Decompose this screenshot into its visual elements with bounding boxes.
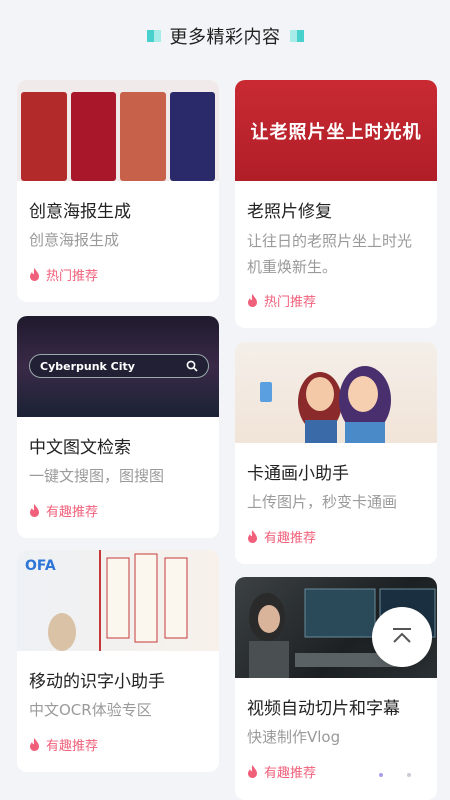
card-tag: 热门推荐 [247,291,316,310]
card-ocr-helper[interactable]: OFA 移动的识字小助手 中文OCR体验专区 有趣推荐 [17,550,219,772]
card-tag-label: 热门推荐 [46,269,99,284]
card-tag-label: 有趣推荐 [46,739,99,754]
photo-restore-banner: 让老照片坐上时光机 [235,80,437,181]
flame-icon [30,268,39,281]
card-title: 移动的识字小助手 [29,672,165,692]
card-desc: 快速制作Vlog [247,728,341,746]
page-dot-active [379,773,383,777]
page-dot [407,773,411,777]
card-tag: 有趣推荐 [247,527,316,546]
header-deco-left [146,30,162,42]
image-search-bar: Cyberpunk City [29,354,209,378]
back-to-top-icon [393,628,411,643]
card-image-search[interactable]: Cyberpunk City 中文图文检索 一键文搜图，图搜图 有趣推荐 [17,316,219,538]
section-title: 更多精彩内容 [169,27,281,48]
cyberpunk-preview-image: Cyberpunk City [17,316,219,417]
card-desc: 一键文搜图，图搜图 [29,467,165,485]
card-tag-label: 热门推荐 [264,295,317,310]
card-photo-restore[interactable]: 让老照片坐上时光机 老照片修复 让往日的老照片坐上时光机重焕新生。 热门推荐 [235,80,437,328]
card-title: 创意海报生成 [29,202,131,222]
card-tag: 有趣推荐 [29,501,98,520]
card-tag: 热门推荐 [29,265,98,284]
card-title: 卡通画小助手 [247,464,349,484]
card-tag-label: 有趣推荐 [46,505,99,520]
card-desc: 上传图片，秒变卡通画 [247,493,398,511]
ocr-preview-image: OFA [17,550,219,651]
flame-icon [248,530,257,543]
card-desc: 创意海报生成 [29,231,120,249]
section-header: 更多精彩内容 [0,22,450,50]
banner-text: 让老照片坐上时光机 [250,121,422,143]
flame-icon [248,294,257,307]
page-indicator [379,773,411,777]
card-poster-generation[interactable]: 创意海报生成 创意海报生成 热门推荐 [17,80,219,302]
card-tag-label: 有趣推荐 [264,766,317,781]
card-desc: 让往日的老照片坐上时光机重焕新生。 [247,232,413,276]
card-tag-label: 有趣推荐 [264,531,317,546]
flame-icon [248,765,257,778]
card-tag: 有趣推荐 [247,762,316,781]
search-bar-text: Cyberpunk City [40,359,135,373]
search-icon [186,360,198,372]
card-title: 老照片修复 [247,202,332,222]
card-title: 中文图文检索 [29,438,131,458]
card-desc: 中文OCR体验专区 [29,701,152,719]
header-deco-right [289,30,304,42]
flame-icon [30,738,39,751]
card-cartoon-helper[interactable]: 卡通画小助手 上传图片，秒变卡通画 有趣推荐 [235,342,437,564]
card-title: 视频自动切片和字幕 [247,699,400,719]
card-tag: 有趣推荐 [29,735,98,754]
back-to-top-button[interactable] [372,607,432,667]
flame-icon [30,504,39,517]
cartoon-preview-image [235,342,437,443]
poster-preview-image [17,80,219,181]
